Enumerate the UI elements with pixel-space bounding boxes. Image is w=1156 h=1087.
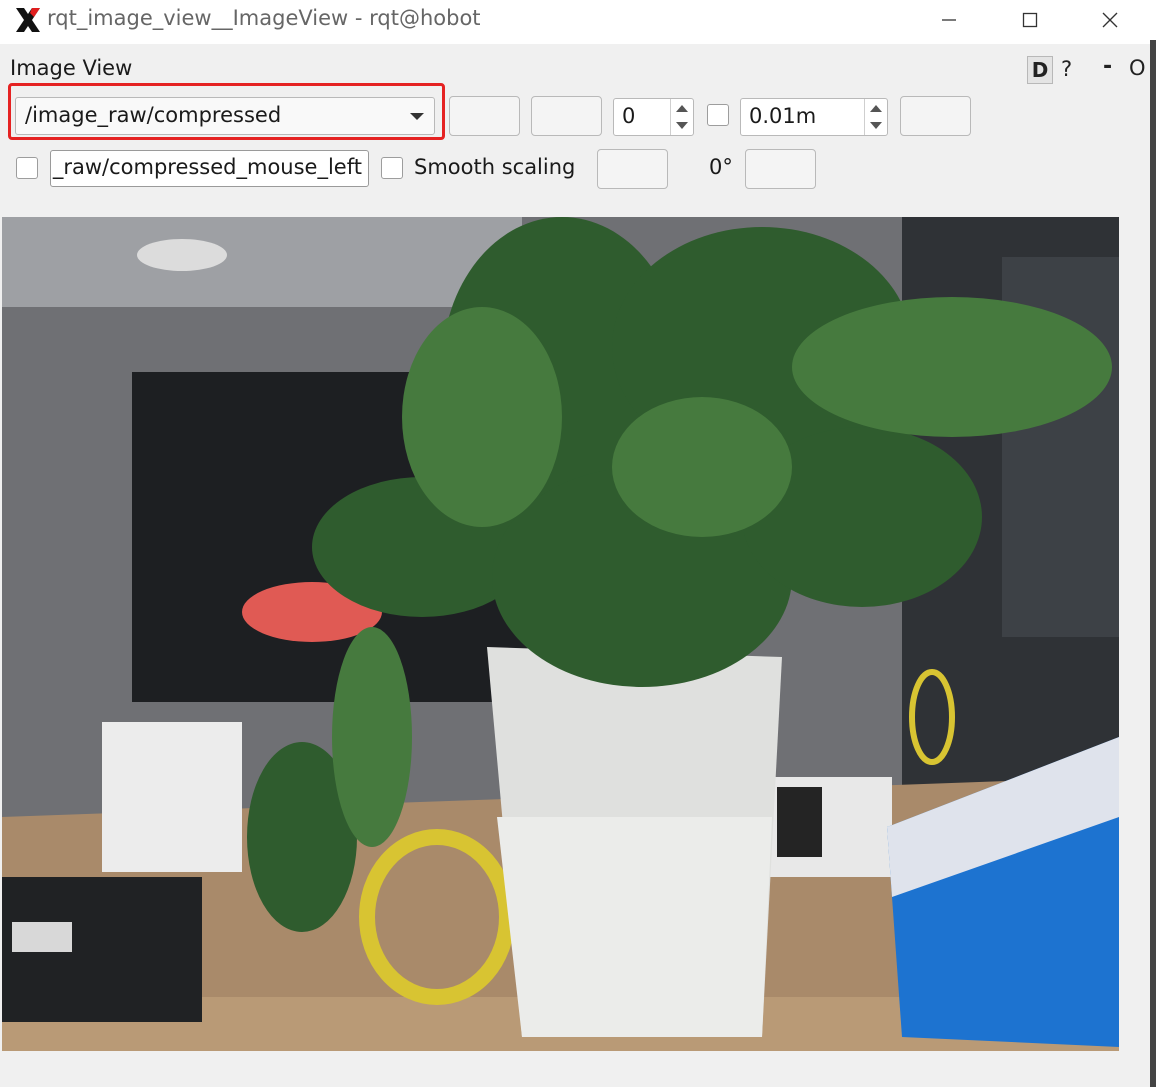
mouse-topic-value: _raw/compressed_mouse_left bbox=[52, 155, 362, 179]
window-maximize-button[interactable] bbox=[1008, 4, 1052, 36]
x-logo-icon bbox=[14, 6, 42, 34]
spin-buttons[interactable] bbox=[864, 99, 887, 135]
arrow-up-icon[interactable] bbox=[870, 105, 882, 112]
topic-dropdown[interactable]: /image_raw/compressed bbox=[15, 97, 435, 135]
spin-buttons[interactable] bbox=[670, 99, 693, 135]
camera-image-view[interactable] bbox=[2, 217, 1119, 1051]
dock-d-button[interactable]: D bbox=[1027, 56, 1053, 84]
refresh-topics-button[interactable] bbox=[449, 96, 520, 136]
save-image-button[interactable] bbox=[900, 96, 971, 136]
arrow-down-icon[interactable] bbox=[676, 122, 688, 129]
zoom-spinbox[interactable]: 0 bbox=[613, 98, 694, 136]
max-range-value: 0.01m bbox=[749, 104, 817, 128]
panel-close-button[interactable]: O bbox=[1129, 56, 1146, 80]
maximize-icon bbox=[1022, 12, 1038, 28]
topic-dropdown-value: /image_raw/compressed bbox=[25, 103, 282, 127]
help-button[interactable]: ? bbox=[1061, 57, 1072, 81]
smooth-scaling-checkbox[interactable] bbox=[381, 157, 403, 179]
rotation-label: 0° bbox=[709, 155, 733, 179]
window-edge bbox=[1150, 40, 1156, 1087]
zoom-fit-button[interactable] bbox=[531, 96, 602, 136]
window-title: rqt_image_view__ImageView - rqt@hobot bbox=[47, 6, 481, 30]
arrow-up-icon[interactable] bbox=[676, 105, 688, 112]
window-minimize-button[interactable] bbox=[927, 4, 971, 36]
rotate-left-button[interactable] bbox=[597, 149, 668, 189]
max-range-spinbox[interactable]: 0.01m bbox=[740, 98, 888, 136]
panel-minimize-button[interactable]: - bbox=[1103, 54, 1112, 79]
zoom-spinbox-value: 0 bbox=[622, 104, 636, 128]
mouse-topic-input[interactable]: _raw/compressed_mouse_left bbox=[50, 150, 369, 187]
camera-image bbox=[2, 217, 1119, 1051]
arrow-down-icon[interactable] bbox=[870, 122, 882, 129]
window-close-button[interactable] bbox=[1088, 4, 1132, 36]
title-bar: rqt_image_view__ImageView - rqt@hobot bbox=[0, 0, 1156, 44]
rotate-right-button[interactable] bbox=[745, 149, 816, 189]
chevron-down-icon bbox=[410, 113, 424, 120]
panel-title: Image View bbox=[10, 56, 133, 80]
smooth-scaling-label: Smooth scaling bbox=[414, 155, 576, 179]
close-icon bbox=[1102, 12, 1118, 28]
dynamic-range-checkbox[interactable] bbox=[707, 104, 729, 126]
minimize-icon bbox=[941, 12, 957, 28]
mouse-publish-checkbox[interactable] bbox=[16, 157, 38, 179]
